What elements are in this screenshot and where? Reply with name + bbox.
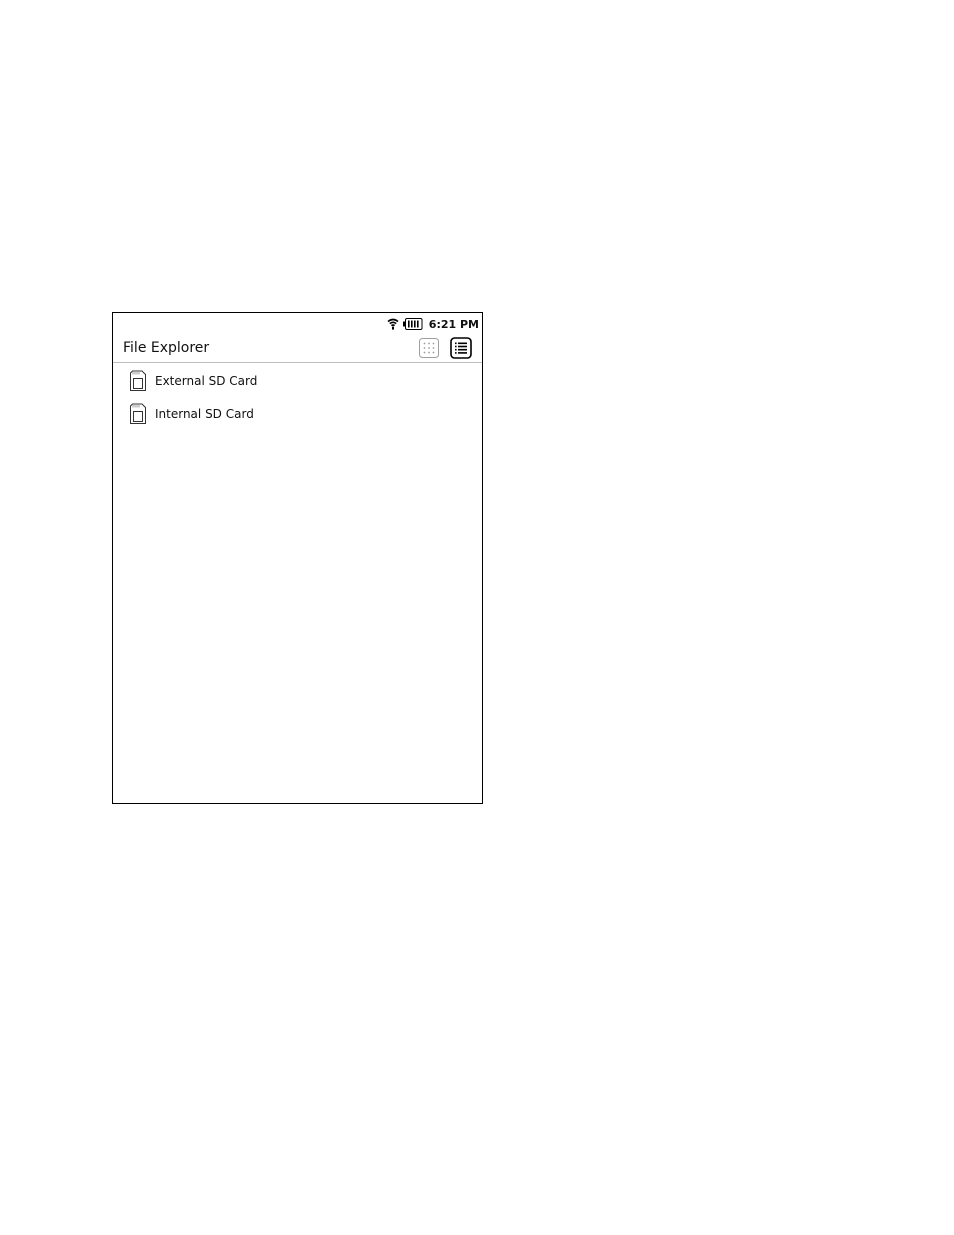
list-item-label: Internal SD Card bbox=[155, 406, 254, 421]
title-bar: File Explorer bbox=[113, 335, 482, 363]
list-view-icon[interactable] bbox=[450, 337, 472, 359]
device-screen: 6:21 PM File Explorer External SD Card I… bbox=[112, 312, 483, 804]
status-time: 6:21 PM bbox=[428, 317, 479, 331]
battery-icon bbox=[402, 318, 423, 330]
list-item-internal-sd-card[interactable]: Internal SD Card bbox=[113, 397, 482, 430]
list-item-external-sd-card[interactable]: External SD Card bbox=[113, 364, 482, 397]
page-title: File Explorer bbox=[123, 340, 210, 356]
sd-card-icon bbox=[130, 403, 146, 424]
status-bar: 6:21 PM bbox=[387, 313, 482, 335]
list-item-label: External SD Card bbox=[155, 373, 258, 388]
grid-view-icon[interactable] bbox=[418, 337, 440, 359]
sd-card-icon bbox=[130, 370, 146, 391]
file-list: External SD Card Internal SD Card bbox=[113, 364, 482, 430]
wifi-icon bbox=[387, 318, 399, 330]
